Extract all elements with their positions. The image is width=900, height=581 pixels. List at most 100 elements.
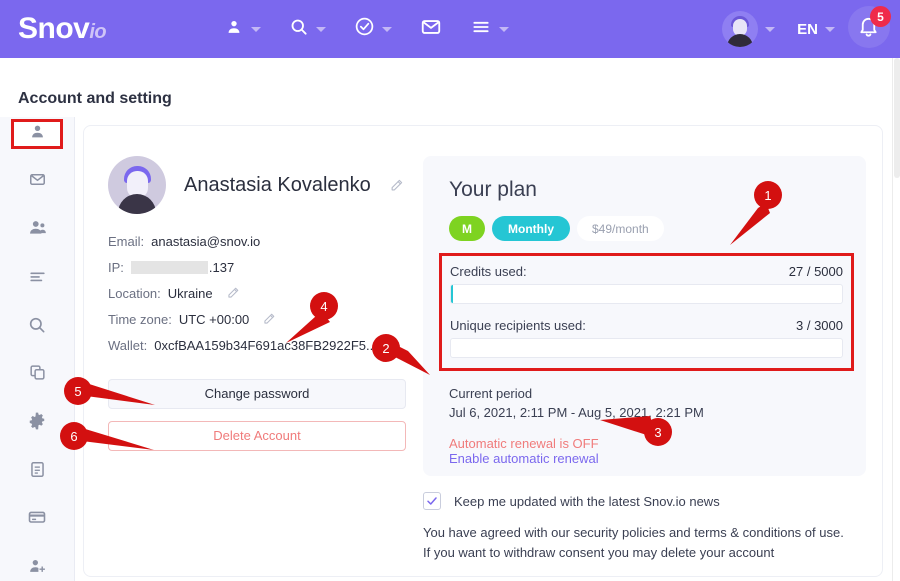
person-icon bbox=[224, 17, 244, 42]
usage-highlight-box: Credits used: 27 / 5000 Unique recipient… bbox=[439, 253, 854, 371]
plan-price-badge: $49/month bbox=[577, 216, 664, 241]
sidebar-item-documents[interactable] bbox=[14, 460, 60, 484]
account-panel: Anastasia Kovalenko Email: anastasia@sno… bbox=[83, 125, 883, 577]
newsletter-checkbox[interactable] bbox=[423, 492, 441, 510]
language-selector[interactable]: EN bbox=[797, 21, 835, 38]
account-menu[interactable] bbox=[722, 11, 776, 47]
chevron-down-icon bbox=[316, 26, 327, 32]
sidebar-item-email[interactable] bbox=[14, 170, 60, 194]
timezone-label: Time zone: bbox=[108, 312, 172, 327]
profile-section: Anastasia Kovalenko Email: anastasia@sno… bbox=[108, 156, 418, 364]
sidebar-item-account[interactable] bbox=[11, 118, 63, 150]
sidebar-item-integrations[interactable] bbox=[14, 363, 60, 387]
ip-redaction bbox=[130, 261, 208, 274]
chevron-down-icon bbox=[765, 26, 776, 32]
main-content: Anastasia Kovalenko Email: anastasia@sno… bbox=[75, 117, 892, 581]
profile-email-row: Email: anastasia@snov.io bbox=[108, 234, 418, 249]
page-scrollbar[interactable] bbox=[892, 58, 900, 581]
plan-title: Your plan bbox=[449, 178, 537, 201]
envelope-icon bbox=[28, 170, 47, 194]
check-circle-icon bbox=[354, 16, 375, 42]
card-icon bbox=[27, 507, 47, 532]
profile-timezone-row: Time zone: UTC +00:00 bbox=[108, 312, 418, 327]
chevron-down-icon bbox=[825, 26, 835, 32]
nav-search[interactable] bbox=[289, 17, 327, 42]
edit-name-icon[interactable] bbox=[389, 178, 404, 193]
credits-row: Credits used: 27 / 5000 bbox=[450, 264, 843, 279]
credits-progress-bar bbox=[450, 284, 843, 304]
scrollbar-thumb[interactable] bbox=[894, 58, 900, 178]
copy-icon bbox=[28, 363, 47, 387]
app-window: Snovio EN 5 Account and setting Anastasi… bbox=[0, 0, 900, 581]
current-period: Current period Jul 6, 2021, 2:11 PM - Au… bbox=[449, 385, 842, 423]
recipients-row: Unique recipients used: 3 / 3000 bbox=[450, 318, 843, 333]
plan-period-badge: Monthly bbox=[492, 216, 570, 241]
nav-more[interactable] bbox=[470, 17, 510, 42]
legal-text: You have agreed with our security polici… bbox=[423, 523, 873, 563]
period-value: Jul 6, 2021, 2:11 PM - Aug 5, 2021, 2:21… bbox=[449, 404, 704, 420]
plan-card: Your plan M Monthly $49/month Credits us… bbox=[423, 156, 866, 476]
ip-value: .137 bbox=[208, 260, 235, 275]
timezone-value: UTC +00:00 bbox=[178, 312, 250, 327]
page-title: Account and setting bbox=[18, 90, 172, 107]
list-icon bbox=[28, 267, 47, 291]
recipients-value: 3 / 3000 bbox=[796, 318, 843, 333]
profile-header: Anastasia Kovalenko bbox=[108, 156, 418, 214]
enable-renewal-link[interactable]: Enable automatic renewal bbox=[449, 451, 842, 466]
newsletter-label: Keep me updated with the latest Snov.io … bbox=[454, 493, 720, 509]
nav-verify[interactable] bbox=[354, 16, 393, 42]
credits-value: 27 / 5000 bbox=[788, 264, 843, 279]
profile-ip-row: IP: .137 bbox=[108, 260, 418, 275]
notification-count-badge: 5 bbox=[870, 6, 891, 27]
sidebar-item-lists[interactable] bbox=[14, 267, 60, 291]
nav-campaigns[interactable] bbox=[420, 16, 442, 43]
email-value: anastasia@snov.io bbox=[151, 234, 261, 249]
search-icon bbox=[289, 17, 309, 42]
sidebar bbox=[0, 117, 75, 581]
team-icon bbox=[27, 217, 48, 243]
location-label: Location: bbox=[108, 286, 161, 301]
sidebar-item-billing[interactable] bbox=[14, 507, 60, 532]
plan-badges: M Monthly $49/month bbox=[449, 216, 842, 241]
app-logo[interactable]: Snovio bbox=[18, 14, 107, 44]
ip-label: IP: bbox=[108, 260, 124, 275]
envelope-icon bbox=[420, 16, 442, 43]
person-icon bbox=[28, 122, 47, 146]
profile-wallet-row: Wallet: 0xcfBAA159b34F691ac38FB2922F5... bbox=[108, 338, 418, 353]
sidebar-item-settings[interactable] bbox=[14, 411, 60, 436]
logo-suffix: io bbox=[89, 21, 107, 43]
change-password-button[interactable]: Change password bbox=[108, 379, 406, 409]
sidebar-item-search[interactable] bbox=[14, 315, 60, 340]
language-label: EN bbox=[797, 20, 818, 38]
credits-progress-fill bbox=[451, 285, 454, 303]
sidebar-item-team[interactable] bbox=[14, 217, 60, 243]
email-label: Email: bbox=[108, 234, 145, 249]
newsletter-row: Keep me updated with the latest Snov.io … bbox=[423, 492, 873, 510]
consent-section: Keep me updated with the latest Snov.io … bbox=[423, 492, 873, 563]
edit-location-icon[interactable] bbox=[226, 286, 241, 301]
avatar bbox=[722, 11, 759, 47]
notifications-button[interactable]: 5 bbox=[848, 6, 891, 48]
recipients-label: Unique recipients used: bbox=[450, 318, 586, 333]
header-actions: EN 5 bbox=[722, 6, 891, 48]
profile-details: Email: anastasia@snov.io IP: .137 Locati… bbox=[108, 234, 418, 353]
header-nav bbox=[224, 16, 510, 43]
profile-name: Anastasia Kovalenko bbox=[184, 173, 371, 196]
wallet-label: Wallet: bbox=[108, 338, 148, 353]
top-header: Snovio EN 5 bbox=[0, 0, 900, 58]
chevron-down-icon bbox=[382, 26, 393, 32]
legal-line-1: You have agreed with our security polici… bbox=[423, 525, 844, 540]
wallet-value: 0xcfBAA159b34F691ac38FB2922F5... bbox=[154, 338, 377, 353]
profile-location-row: Location: Ukraine bbox=[108, 286, 418, 301]
plan-letter-badge: M bbox=[449, 216, 485, 241]
nav-prospects[interactable] bbox=[224, 17, 262, 42]
sidebar-item-invite[interactable] bbox=[14, 556, 60, 581]
edit-timezone-icon[interactable] bbox=[262, 312, 277, 327]
location-value: Ukraine bbox=[167, 286, 213, 301]
document-icon bbox=[28, 460, 47, 484]
avatar bbox=[108, 156, 166, 214]
delete-account-button[interactable]: Delete Account bbox=[108, 421, 406, 451]
recipients-progress-bar bbox=[450, 338, 843, 358]
gear-icon bbox=[27, 411, 47, 436]
chevron-down-icon bbox=[499, 26, 510, 32]
